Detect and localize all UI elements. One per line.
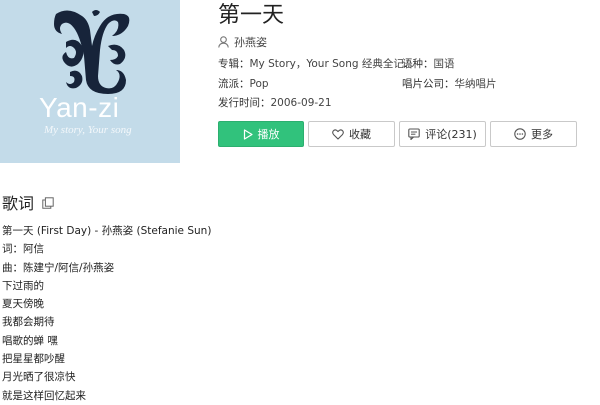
favorite-button[interactable]: 收藏 — [308, 121, 395, 147]
play-label: 播放 — [257, 128, 280, 141]
release-date-field: 发行时间：2006-09-21 — [218, 96, 332, 110]
comments-button[interactable]: 评论(231) — [399, 121, 486, 147]
lyrics-line: 月光晒了很凉快 — [2, 371, 76, 384]
record-label-link[interactable]: 华纳唱片 — [455, 78, 497, 90]
user-icon — [218, 36, 229, 48]
cover-brand-text: Yan-zi — [39, 92, 120, 123]
lyrics-line: 曲：陈建宁/阿信/孙燕姿 — [2, 261, 115, 274]
favorite-label: 收藏 — [349, 128, 371, 141]
record-label-label: 唱片公司： — [402, 78, 455, 90]
release-date-label: 发行时间： — [218, 97, 271, 109]
lyrics-heading-row: 歌词 — [2, 193, 54, 215]
lyrics-line: 把星星都吵醒 — [2, 353, 65, 366]
language-label: 语种： — [402, 58, 434, 70]
album-cover[interactable]: Yan-zi My story, Your song — [0, 0, 180, 163]
cover-tagline: My story, Your song — [44, 124, 132, 136]
genre-label: 流派： — [218, 78, 250, 90]
comments-label: 评论(231) — [425, 128, 477, 141]
more-button[interactable]: 更多 — [490, 121, 577, 147]
release-date-value: 2006-09-21 — [270, 97, 332, 109]
lyrics-line: 词：阿信 — [2, 243, 44, 256]
yanzi-emblem-logo — [54, 10, 130, 95]
more-label: 更多 — [531, 128, 553, 141]
lyrics-list: 第一天 (First Day) - 孙燕姿 (Stefanie Sun) 词：阿… — [2, 222, 211, 405]
artist-row: 孙燕姿 — [218, 34, 267, 50]
play-icon — [243, 128, 253, 140]
genre-link[interactable]: Pop — [250, 78, 269, 90]
album-field: 专辑：My Story，Your Song 经典全记... — [218, 57, 414, 71]
album-label: 专辑： — [218, 58, 250, 70]
copy-icon[interactable] — [42, 193, 54, 215]
play-button[interactable]: 播放 — [218, 121, 304, 147]
lyrics-line: 就是这样回忆起来 — [2, 389, 86, 402]
heart-icon — [332, 128, 344, 140]
lyrics-line: 夏天傍晚 — [2, 298, 44, 311]
song-title: 第一天 — [218, 3, 285, 28]
lyrics-line: 唱歌的蝉 嘿 — [2, 334, 58, 347]
album-link[interactable]: My Story，Your Song 经典全记... — [250, 58, 414, 70]
artist-link[interactable]: 孙燕姿 — [234, 34, 267, 50]
lyrics-line: 第一天 (First Day) - 孙燕姿 (Stefanie Sun) — [2, 225, 212, 237]
language-field: 语种：国语 — [402, 57, 455, 71]
record-label-field: 唱片公司：华纳唱片 — [402, 77, 497, 91]
language-value: 国语 — [433, 58, 455, 70]
more-icon — [514, 128, 526, 140]
lyrics-line: 下过雨的 — [2, 279, 44, 292]
lyrics-line: 我都会期待 — [2, 316, 55, 329]
genre-field: 流派：Pop — [218, 77, 269, 91]
lyrics-heading: 歌词 — [2, 194, 35, 213]
comment-icon — [408, 128, 420, 140]
